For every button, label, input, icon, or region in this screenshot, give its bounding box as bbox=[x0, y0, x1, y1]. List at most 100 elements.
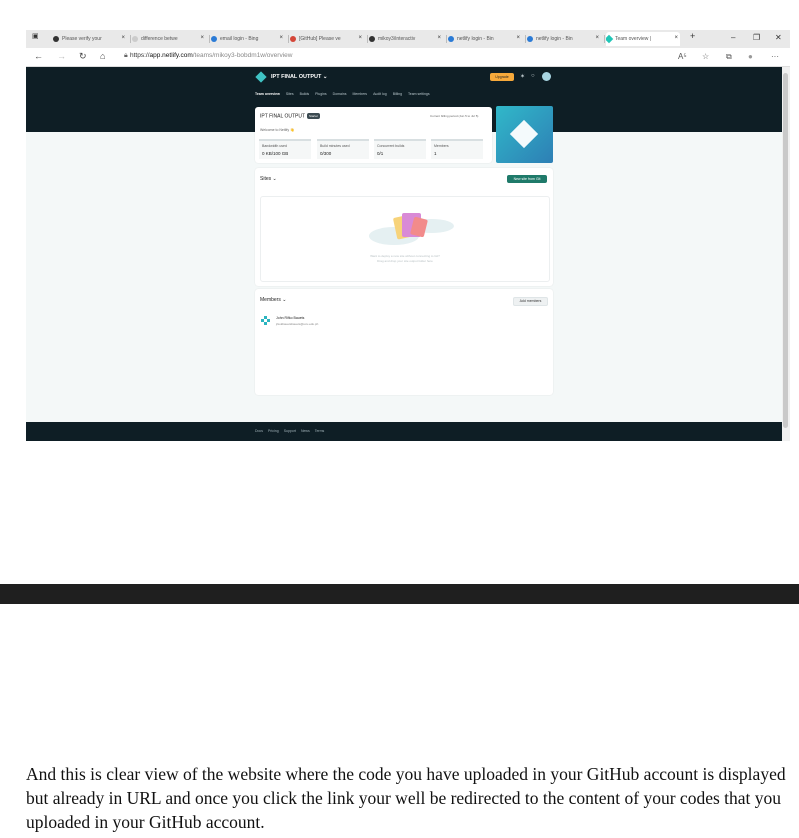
stat-label: Members bbox=[434, 144, 449, 148]
minimize-icon[interactable]: – bbox=[731, 33, 735, 42]
nav-item[interactable]: Builds bbox=[300, 92, 310, 96]
members-title: Members ⌄ bbox=[260, 297, 287, 303]
tab-close-icon[interactable]: × bbox=[674, 35, 678, 41]
tab-close-icon[interactable]: × bbox=[595, 35, 599, 41]
tab-separator bbox=[525, 35, 526, 43]
help-icon[interactable]: ○ bbox=[531, 73, 535, 79]
new-tab-button[interactable]: + bbox=[690, 31, 695, 41]
nav-item[interactable]: Members bbox=[352, 92, 367, 96]
team-nav: Team overview Sites Builds Plugins Domains Me… bbox=[255, 92, 430, 96]
team-overview-card: IPT FINAL OUTPUT Starter Current billing … bbox=[255, 107, 492, 163]
url-input[interactable]: https://app.netlify.com/teams/mikoy3-bob… bbox=[130, 52, 292, 59]
site-dropzone[interactable]: Want to deploy a new site without connec… bbox=[260, 196, 550, 282]
footer-link[interactable]: Support bbox=[284, 429, 296, 433]
nav-item[interactable]: Audit log bbox=[373, 92, 387, 96]
tab-close-icon[interactable]: × bbox=[200, 35, 204, 41]
tab-close-icon[interactable]: × bbox=[437, 35, 441, 41]
profile-icon[interactable]: ● bbox=[748, 52, 753, 61]
footer-link[interactable]: Docs bbox=[255, 429, 263, 433]
sites-title: Sites ⌄ bbox=[260, 176, 277, 182]
upgrade-button[interactable]: Upgrade bbox=[490, 73, 514, 81]
tab-actions-icon[interactable]: ▣ bbox=[32, 32, 39, 40]
stat-label: Build minutes used bbox=[320, 144, 350, 148]
caption-text: And this is clear view of the website wh… bbox=[26, 764, 786, 832]
usage-stat: Concurrent builds 0/1 bbox=[374, 139, 426, 159]
browser-tab[interactable]: [GitHub] Please ve × bbox=[290, 32, 364, 46]
tab-close-icon[interactable]: × bbox=[358, 35, 362, 41]
read-aloud-icon[interactable]: A⁵ bbox=[678, 52, 687, 61]
url-host: app.netlify.com bbox=[149, 52, 193, 59]
footer-link[interactable]: News bbox=[301, 429, 310, 433]
team-title: IPT FINAL OUTPUT bbox=[260, 113, 306, 120]
tab-strip: ▣ Please verify your × difference betwe × em… bbox=[26, 30, 790, 48]
notifications-icon[interactable]: ✶ bbox=[520, 73, 525, 80]
tab-label: Please verify your bbox=[62, 36, 102, 42]
stat-value: 0/300 bbox=[320, 151, 332, 156]
tab-label: [GitHub] Please ve bbox=[299, 36, 341, 42]
new-site-from-git-button[interactable]: New site from Git bbox=[507, 175, 547, 183]
footer-band bbox=[26, 422, 782, 441]
more-icon[interactable]: ··· bbox=[771, 52, 779, 61]
tab-close-icon[interactable]: × bbox=[279, 35, 283, 41]
footer-link[interactable]: Terms bbox=[315, 429, 325, 433]
nav-item[interactable]: Team settings bbox=[408, 92, 430, 96]
tab-close-icon[interactable]: × bbox=[121, 35, 125, 41]
add-members-button[interactable]: Add members bbox=[513, 297, 548, 306]
favorite-icon[interactable]: ☆ bbox=[702, 52, 709, 61]
tab-separator bbox=[130, 35, 131, 43]
nav-item[interactable]: Plugins bbox=[315, 92, 326, 96]
bing-icon bbox=[448, 36, 454, 42]
browser-tab[interactable]: netlify login - Bin × bbox=[527, 32, 601, 46]
nav-item[interactable]: Team overview bbox=[255, 92, 280, 96]
gmail-icon bbox=[290, 36, 296, 42]
plan-badge: Starter bbox=[307, 113, 321, 119]
team-name: IPT FINAL OUTPUT ⌄ bbox=[271, 74, 328, 80]
lock-icon[interactable]: 🔒︎ bbox=[124, 52, 128, 60]
stat-value: 0 KB/100 GB bbox=[262, 151, 289, 156]
netlify-mark-icon bbox=[509, 119, 539, 149]
nav-item[interactable]: Billing bbox=[393, 92, 402, 96]
bing-icon bbox=[211, 36, 217, 42]
netlify-logo-icon bbox=[255, 71, 267, 83]
tab-separator bbox=[604, 35, 605, 43]
tab-label: difference betwe bbox=[141, 36, 178, 42]
scroll-thumb[interactable] bbox=[783, 73, 788, 428]
github-icon bbox=[53, 36, 59, 42]
home-icon[interactable]: ⌂ bbox=[100, 51, 105, 61]
back-icon[interactable]: ← bbox=[34, 51, 43, 61]
browser-tab[interactable]: Please verify your × bbox=[53, 32, 127, 46]
url-prefix: https:// bbox=[130, 52, 150, 59]
forward-icon[interactable]: → bbox=[57, 51, 66, 61]
usage-stat: Members 1 bbox=[431, 139, 483, 159]
user-avatar[interactable] bbox=[542, 72, 551, 81]
netlify-page: IPT FINAL OUTPUT ⌄ Upgrade ✶ ○ Team over… bbox=[26, 67, 782, 441]
footer-link[interactable]: Pricing bbox=[268, 429, 279, 433]
stat-label: Bandwidth used bbox=[262, 144, 287, 148]
reload-icon[interactable]: ↻ bbox=[79, 51, 87, 62]
tab-close-icon[interactable]: × bbox=[516, 35, 520, 41]
browser-tab[interactable]: difference betwe × bbox=[132, 32, 206, 46]
netlify-illustration bbox=[496, 106, 553, 163]
tab-separator bbox=[446, 35, 447, 43]
dark-divider-band bbox=[0, 584, 799, 604]
tab-label: email login - Bing bbox=[220, 36, 259, 42]
maximize-icon[interactable]: ❐ bbox=[753, 33, 760, 42]
browser-tab[interactable]: mikoy3/interactiv × bbox=[369, 32, 443, 46]
team-switcher[interactable]: IPT FINAL OUTPUT ⌄ bbox=[255, 71, 328, 83]
search-icon bbox=[132, 36, 138, 42]
address-bar-row: ← → ↻ ⌂ 🔒︎ https://app.netlify.com/teams… bbox=[26, 48, 790, 67]
close-icon[interactable]: ✕ bbox=[775, 33, 782, 42]
nav-item[interactable]: Sites bbox=[286, 92, 294, 96]
page-scrollbar[interactable] bbox=[782, 67, 790, 441]
dropzone-hint: Drag and drop your site output folder he… bbox=[377, 259, 433, 263]
member-email: jrkokbauetsbauets@ucu.edu.ph bbox=[276, 322, 319, 326]
browser-tab[interactable]: email login - Bing × bbox=[211, 32, 285, 46]
collections-icon[interactable]: ⧉ bbox=[726, 52, 732, 62]
browser-tab[interactable]: Team overview | × bbox=[606, 32, 680, 46]
members-card: Members ⌄ Add members bbox=[255, 289, 553, 395]
browser-tab[interactable]: netlify login - Bin × bbox=[448, 32, 522, 46]
tab-separator bbox=[288, 35, 289, 43]
dropzone-text: Want to deploy a new site without connec… bbox=[370, 254, 440, 258]
nav-item[interactable]: Domains bbox=[333, 92, 347, 96]
member-name[interactable]: John Rifko Bauets bbox=[276, 316, 304, 320]
